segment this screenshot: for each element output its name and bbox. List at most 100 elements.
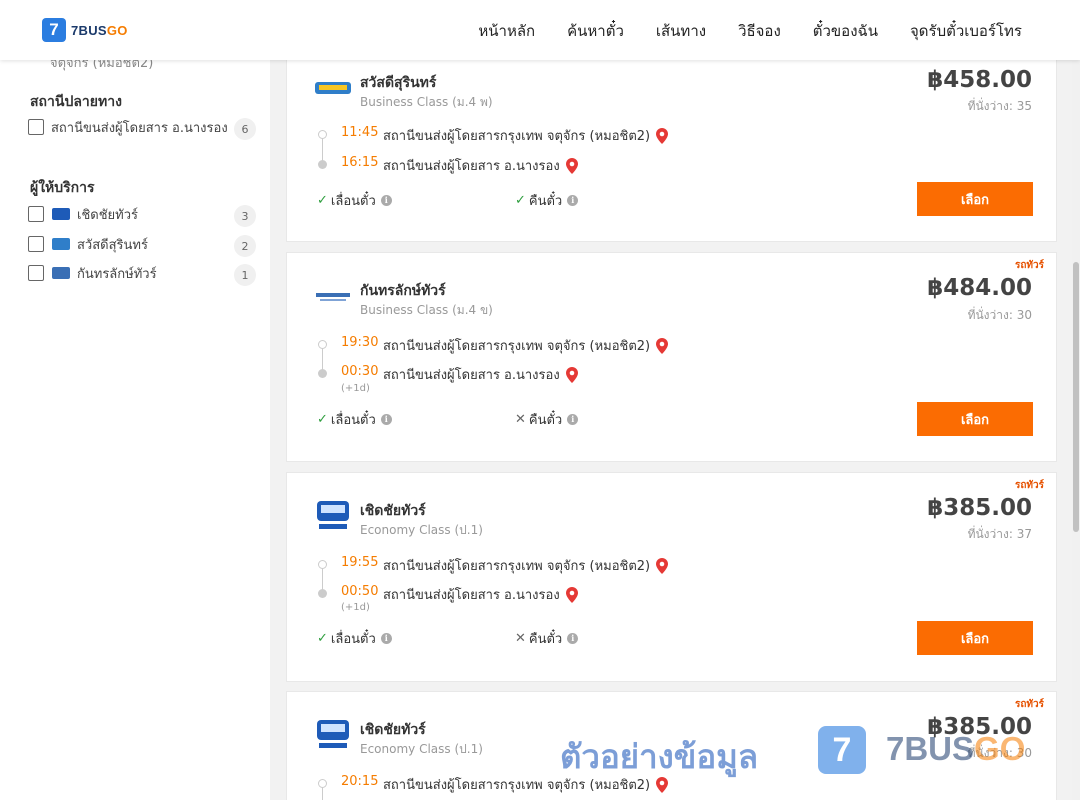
seats-available: ที่นั่งว่าง: 30	[967, 308, 1032, 322]
operator-filter-row[interactable]: สวัสดีสุรินทร์ 2	[28, 235, 256, 257]
operator-count: 3	[234, 205, 256, 227]
arrive-station: สถานีขนส่งผู้โดยสาร อ.นางรอง	[383, 364, 578, 385]
destination-filter-title: สถานีปลายทาง	[30, 94, 122, 110]
operator-label: เชิดชัยทัวร์	[77, 208, 139, 223]
site-logo[interactable]: 7 7BUSGO	[42, 18, 128, 42]
bus-class: Economy Class (ป.1)	[360, 523, 483, 537]
scrollbar-thumb[interactable]	[1073, 262, 1079, 532]
destination-label: สถานีขนส่งผู้โดยสาร อ.นางรอง	[51, 121, 228, 136]
info-icon[interactable]: i	[380, 414, 392, 425]
operator-checkbox[interactable]	[28, 265, 44, 281]
reschedule-policy: ✓ เลื่อนตั๋ว i	[317, 628, 392, 649]
check-icon: ✓	[317, 193, 328, 208]
bus-type-tag: รถทัวร์	[1014, 260, 1044, 271]
refund-policy: ✕ คืนตั๋ว i	[515, 409, 579, 430]
timeline-end-dot	[318, 160, 327, 169]
watermark-logo-badge: 7	[818, 726, 866, 774]
map-pin-icon[interactable]	[656, 557, 669, 574]
operator-name: เชิดชัยทัวร์	[360, 503, 426, 519]
bus-logo-icon	[317, 720, 349, 748]
depart-station: สถานีขนส่งผู้โดยสารกรุงเทพ จตุจักร (หมอช…	[383, 555, 669, 576]
arrive-station: สถานีขนส่งผู้โดยสาร อ.นางรอง	[383, 584, 578, 605]
operator-checkbox[interactable]	[28, 206, 44, 222]
depart-time: 11:45	[341, 125, 379, 140]
trip-price: ฿458.00	[927, 67, 1032, 93]
refund-policy: ✕ คืนตั๋ว i	[515, 628, 579, 649]
nav-how-to-book[interactable]: วิธีจอง	[738, 19, 781, 43]
logo-text: 7BUSGO	[71, 22, 128, 38]
bus-type-tag: รถทัวร์	[1014, 480, 1044, 491]
check-icon: ✓	[317, 631, 328, 646]
bus-class: Business Class (ม.4 ข)	[360, 303, 493, 317]
operator-label: กันทรลักษ์ทัวร์	[77, 267, 157, 282]
nav-search-ticket[interactable]: ค้นหาตั๋ว	[567, 19, 624, 43]
cross-icon: ✕	[515, 631, 526, 646]
depart-time: 19:55	[341, 555, 379, 570]
nav-my-tickets[interactable]: ตั๋วของฉัน	[813, 19, 878, 43]
info-icon[interactable]: i	[380, 195, 392, 206]
arrive-station: สถานีขนส่งผู้โดยสาร อ.นางรอง	[383, 155, 578, 176]
operator-filter-row[interactable]: กันทรลักษ์ทัวร์ 1	[28, 264, 256, 286]
timeline-start-dot	[318, 130, 327, 139]
map-pin-icon[interactable]	[656, 127, 669, 144]
watermark-text: ตัวอย่างข้อมูล	[560, 737, 759, 776]
bus-class: Business Class (ม.4 พ)	[360, 95, 493, 109]
seats-available: ที่นั่งว่าง: 37	[967, 527, 1032, 541]
map-pin-icon[interactable]	[656, 337, 669, 354]
timeline-start-dot	[318, 560, 327, 569]
check-icon: ✓	[515, 193, 526, 208]
operator-logo-icon	[316, 293, 350, 301]
timeline-start-dot	[318, 779, 327, 788]
cross-icon: ✕	[515, 412, 526, 427]
map-pin-icon[interactable]	[565, 586, 578, 603]
arrive-time: 16:15	[341, 155, 379, 170]
bus-type-tag: รถทัวร์	[1014, 699, 1044, 710]
destination-checkbox[interactable]	[28, 119, 44, 135]
trip-card: รถทัวร์ เชิดชัยทัวร์ Economy Class (ป.1)…	[286, 472, 1057, 682]
info-icon[interactable]: i	[567, 633, 579, 644]
arrive-time: 00:50	[341, 584, 379, 599]
operator-count: 2	[234, 235, 256, 257]
operator-checkbox[interactable]	[28, 236, 44, 252]
next-day-indicator: (+1d)	[341, 602, 370, 613]
operator-name: กันทรลักษ์ทัวร์	[360, 283, 446, 299]
depart-time: 19:30	[341, 335, 379, 350]
select-trip-button[interactable]: เลือก	[917, 402, 1033, 436]
nav-ticket-pickup[interactable]: จุดรับตั๋วเบอร์โทร	[910, 19, 1022, 43]
operator-name: สวัสดีสุรินทร์	[360, 75, 437, 91]
select-trip-button[interactable]: เลือก	[917, 182, 1033, 216]
arrive-time: 00:30	[341, 364, 379, 379]
reschedule-policy: ✓ เลื่อนตั๋ว i	[317, 409, 392, 430]
map-pin-icon[interactable]	[565, 366, 578, 383]
operator-logo-icon	[52, 267, 70, 279]
seats-available: ที่นั่งว่าง: 35	[967, 99, 1032, 113]
info-icon[interactable]: i	[380, 633, 392, 644]
nav-home[interactable]: หน้าหลัก	[478, 19, 535, 43]
nav-routes[interactable]: เส้นทาง	[656, 19, 706, 43]
timeline-end-dot	[318, 369, 327, 378]
destination-count: 6	[234, 118, 256, 140]
info-icon[interactable]: i	[567, 195, 579, 206]
trip-card: รถทัวร์ กันทรลักษ์ทัวร์ Business Class (…	[286, 252, 1057, 462]
trip-price: ฿385.00	[927, 495, 1032, 521]
timeline-line	[322, 135, 323, 163]
select-trip-button[interactable]: เลือก	[917, 621, 1033, 655]
map-pin-icon[interactable]	[565, 157, 578, 174]
operator-name: เชิดชัยทัวร์	[360, 722, 426, 738]
depart-time: 20:15	[341, 774, 379, 789]
depart-station: สถานีขนส่งผู้โดยสารกรุงเทพ จตุจักร (หมอช…	[383, 125, 669, 146]
timeline-start-dot	[318, 340, 327, 349]
operator-logo-icon	[52, 238, 70, 250]
info-icon[interactable]: i	[567, 414, 579, 425]
check-icon: ✓	[317, 412, 328, 427]
operator-filter-row[interactable]: เชิดชัยทัวร์ 3	[28, 205, 256, 227]
bus-logo-icon	[317, 501, 349, 529]
operator-logo-icon	[315, 82, 351, 94]
refund-policy: ✓ คืนตั๋ว i	[515, 190, 579, 211]
operator-count: 1	[234, 264, 256, 286]
timeline-end-dot	[318, 589, 327, 598]
watermark-brand: 7BUSGO	[886, 730, 1026, 767]
depart-station: สถานีขนส่งผู้โดยสารกรุงเทพ จตุจักร (หมอช…	[383, 335, 669, 356]
operator-filter-title: ผู้ให้บริการ	[30, 180, 95, 196]
destination-filter-row[interactable]: สถานีขนส่งผู้โดยสาร อ.นางรอง 6	[28, 118, 256, 140]
